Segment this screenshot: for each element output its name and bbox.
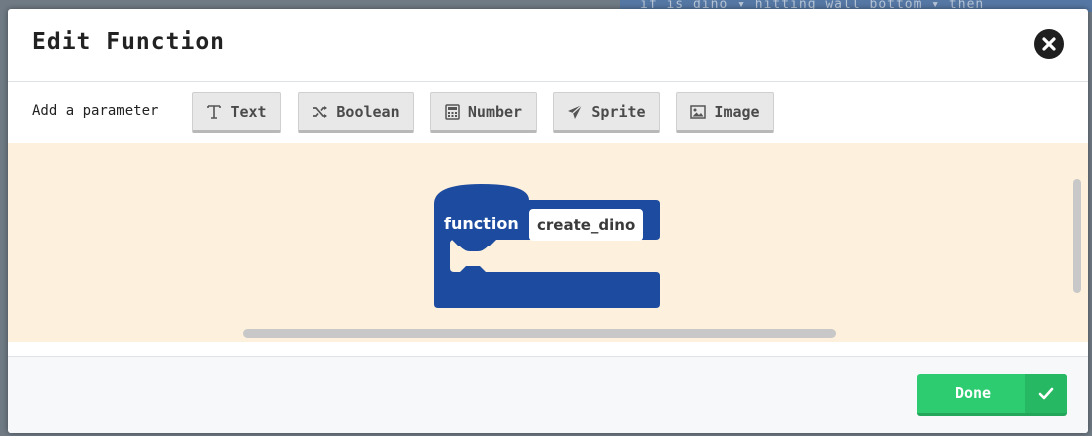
function-name-field[interactable]: create_dino (529, 209, 644, 241)
text-button-label: Text (230, 102, 267, 121)
shuffle-icon (313, 105, 328, 118)
dialog-title: Edit Function (32, 29, 226, 55)
function-definition-block[interactable]: function create_dino (434, 184, 660, 308)
close-button[interactable] (1034, 29, 1064, 59)
add-text-parameter-button[interactable]: Text (192, 92, 281, 133)
parameter-toolbar: Add a parameter Text Boolean Number Spri… (8, 83, 1088, 143)
calculator-icon (445, 103, 460, 120)
dialog-footer: Done (8, 356, 1088, 433)
close-icon (1042, 37, 1056, 51)
add-parameter-label: Add a parameter (32, 103, 159, 119)
add-sprite-parameter-button[interactable]: Sprite (553, 92, 660, 133)
add-boolean-parameter-button[interactable]: Boolean (298, 92, 414, 133)
paper-plane-icon (568, 104, 583, 119)
add-number-parameter-button[interactable]: Number (430, 92, 537, 133)
dialog-header: Edit Function (8, 9, 1088, 82)
edit-function-dialog: Edit Function Add a parameter Text Boole… (8, 9, 1088, 433)
vertical-scrollbar[interactable] (1073, 179, 1081, 293)
image-button-label: Image (714, 102, 760, 121)
done-check-area (1025, 374, 1067, 413)
sprite-button-label: Sprite (591, 102, 646, 121)
block-workspace[interactable]: function create_dino (8, 143, 1088, 342)
checkmark-icon (1038, 387, 1054, 400)
function-keyword: function (444, 214, 519, 233)
number-button-label: Number (467, 102, 523, 121)
boolean-button-label: Boolean (336, 102, 400, 121)
add-image-parameter-button[interactable]: Image (676, 92, 774, 133)
image-icon (690, 104, 707, 119)
done-button-label: Done (954, 384, 992, 402)
done-button[interactable]: Done (917, 374, 1067, 416)
horizontal-scrollbar[interactable] (243, 329, 836, 338)
text-icon (207, 104, 222, 119)
function-block-shape (434, 184, 660, 308)
